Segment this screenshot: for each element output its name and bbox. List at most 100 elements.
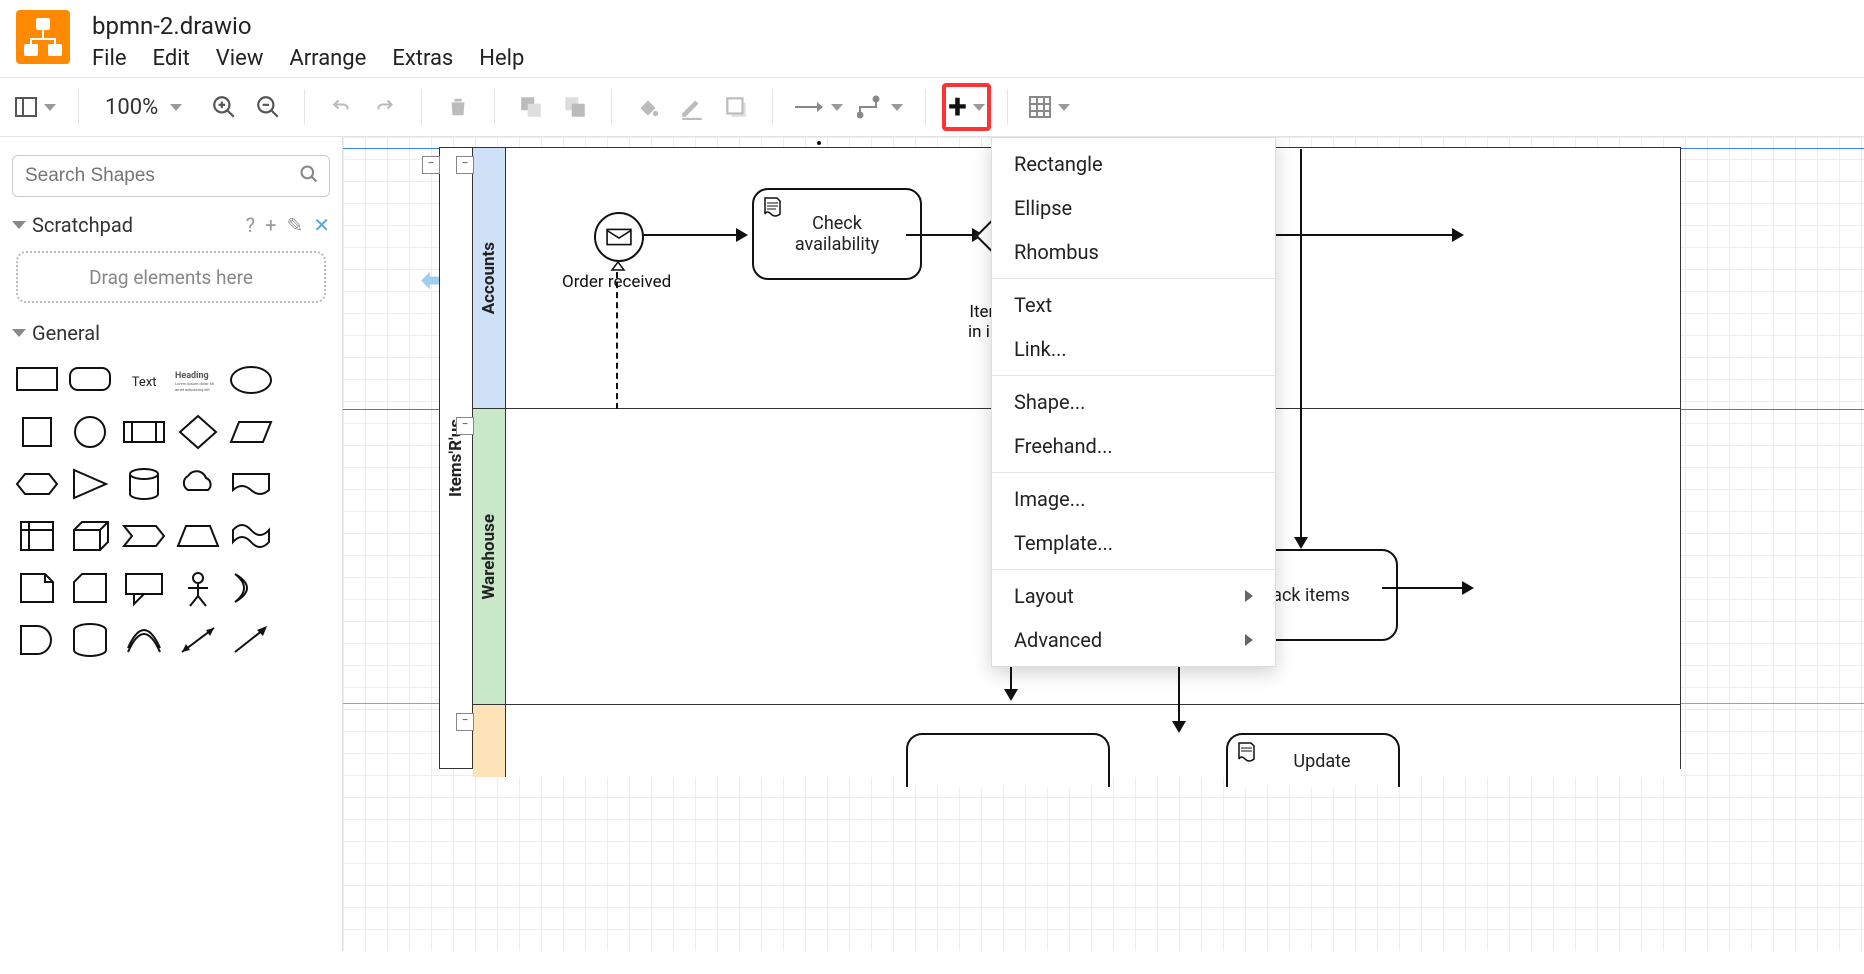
- pool-collapse-button[interactable]: −: [422, 156, 440, 174]
- menu-extras[interactable]: Extras: [392, 46, 453, 71]
- shape-blank: [282, 361, 328, 403]
- shape-rounded-rect[interactable]: [68, 361, 114, 403]
- task-update[interactable]: Update: [1226, 733, 1400, 787]
- insert-shape[interactable]: Shape...: [992, 380, 1275, 424]
- pool-title[interactable]: Items'R'us: [440, 148, 473, 768]
- bpmn-start-event[interactable]: [594, 212, 644, 262]
- shape-arrow[interactable]: [229, 621, 275, 663]
- line-color-button[interactable]: [672, 87, 712, 127]
- shape-trapezoid[interactable]: [175, 517, 221, 559]
- zoom-in-button[interactable]: [204, 87, 244, 127]
- connection-style-button[interactable]: [789, 87, 849, 127]
- shape-actor[interactable]: [175, 569, 221, 611]
- shape-note[interactable]: [14, 569, 60, 611]
- undo-button[interactable]: [321, 87, 361, 127]
- sequence-flow[interactable]: [1300, 149, 1302, 547]
- menu-view[interactable]: View: [216, 46, 264, 71]
- shape-or[interactable]: [229, 569, 275, 611]
- scratchpad-close-icon[interactable]: ✕: [313, 213, 330, 237]
- shape-cloud[interactable]: [175, 465, 221, 507]
- insert-image[interactable]: Image...: [992, 477, 1275, 521]
- scratchpad-section-header[interactable]: Scratchpad ? + ✎ ✕: [0, 207, 342, 243]
- fill-color-button[interactable]: [628, 87, 668, 127]
- menu-edit[interactable]: Edit: [153, 46, 190, 71]
- plus-icon: +: [948, 90, 967, 124]
- insert-link[interactable]: Link...: [992, 327, 1275, 371]
- scratchpad-help-icon[interactable]: ?: [246, 213, 255, 237]
- shape-cube[interactable]: [68, 517, 114, 559]
- shape-blank2: [282, 413, 328, 455]
- sequence-flow[interactable]: [642, 234, 746, 236]
- shape-circle[interactable]: [68, 413, 114, 455]
- task-type-icon: [1236, 741, 1256, 763]
- scratchpad-hint: Drag elements here: [89, 266, 253, 289]
- general-section-header[interactable]: General: [0, 315, 342, 351]
- lane-collapse-button[interactable]: −: [456, 713, 474, 731]
- insert-ellipse[interactable]: Ellipse: [992, 186, 1275, 230]
- shape-diamond[interactable]: [175, 413, 221, 455]
- scratchpad-dropzone[interactable]: Drag elements here: [16, 251, 326, 303]
- insert-template[interactable]: Template...: [992, 521, 1275, 565]
- shape-text[interactable]: Text: [121, 361, 167, 403]
- lane-shipping[interactable]: − Update: [473, 704, 1680, 777]
- insert-layout-submenu[interactable]: Layout: [992, 574, 1275, 618]
- zoom-level-label[interactable]: 100%: [95, 95, 162, 120]
- insert-text[interactable]: Text: [992, 283, 1275, 327]
- search-shapes-box[interactable]: [12, 155, 330, 197]
- shape-hexagon[interactable]: [14, 465, 60, 507]
- insert-rectangle[interactable]: Rectangle: [992, 142, 1275, 186]
- shape-data-store[interactable]: [68, 621, 114, 663]
- shape-tape[interactable]: [229, 517, 275, 559]
- shape-internal-storage[interactable]: [14, 517, 60, 559]
- shape-curve[interactable]: [121, 621, 167, 663]
- shape-square[interactable]: [14, 413, 60, 455]
- sequence-flow[interactable]: [1382, 587, 1472, 589]
- shape-process[interactable]: [121, 413, 167, 455]
- redo-button[interactable]: [365, 87, 405, 127]
- shape-ellipse[interactable]: [229, 361, 275, 403]
- to-back-button[interactable]: [555, 87, 595, 127]
- shape-callout[interactable]: [121, 569, 167, 611]
- shape-triangle[interactable]: [68, 465, 114, 507]
- insert-rhombus[interactable]: Rhombus: [992, 230, 1275, 274]
- task-check-availability[interactable]: Check availability: [752, 188, 922, 280]
- menu-help[interactable]: Help: [479, 46, 524, 71]
- diagram-canvas[interactable]: ⬅ − Items'R'us Accounts −: [343, 137, 1864, 951]
- search-shapes-input[interactable]: [23, 164, 299, 188]
- task-partial[interactable]: [906, 733, 1110, 787]
- shapes-palette: Text HeadingLorem ipsum dolor sit amet a…: [0, 351, 342, 673]
- shape-bidir-arrow[interactable]: [175, 621, 221, 663]
- shape-card[interactable]: [68, 569, 114, 611]
- chevron-down-icon: [12, 329, 26, 337]
- chevron-down-icon: [12, 221, 26, 229]
- waypoint-style-button[interactable]: [853, 87, 909, 127]
- shape-step[interactable]: [121, 517, 167, 559]
- shape-and[interactable]: [14, 621, 60, 663]
- menu-file[interactable]: File: [92, 46, 127, 71]
- document-title[interactable]: bpmn-2.drawio: [92, 10, 524, 46]
- scratchpad-add-icon[interactable]: +: [265, 213, 276, 237]
- shape-parallelogram[interactable]: [229, 413, 275, 455]
- delete-button[interactable]: [438, 87, 478, 127]
- insert-freehand[interactable]: Freehand...: [992, 424, 1275, 468]
- table-button[interactable]: [1024, 87, 1076, 127]
- menu-arrange[interactable]: Arrange: [289, 46, 366, 71]
- shape-rectangle[interactable]: [14, 361, 60, 403]
- zoom-dropdown-icon[interactable]: [166, 99, 182, 115]
- shape-blank6: [282, 621, 328, 663]
- shape-document[interactable]: [229, 465, 275, 507]
- lane-collapse-button[interactable]: −: [456, 417, 474, 435]
- to-front-button[interactable]: [511, 87, 551, 127]
- insert-button[interactable]: +: [942, 83, 991, 131]
- scratchpad-edit-icon[interactable]: ✎: [286, 213, 303, 237]
- shape-cylinder[interactable]: [121, 465, 167, 507]
- zoom-out-button[interactable]: [248, 87, 288, 127]
- sidebar-toggle-button[interactable]: [10, 87, 62, 127]
- shapes-sidebar: Scratchpad ? + ✎ ✕ Drag elements here Ge…: [0, 137, 343, 951]
- lane-collapse-button[interactable]: −: [456, 156, 474, 174]
- sequence-flow[interactable]: [906, 234, 982, 236]
- insert-advanced-submenu[interactable]: Advanced: [992, 618, 1275, 662]
- shadow-button[interactable]: [716, 87, 756, 127]
- shape-textbox[interactable]: HeadingLorem ipsum dolor sit amet adipis…: [175, 361, 221, 403]
- shape-blank3: [282, 465, 328, 507]
